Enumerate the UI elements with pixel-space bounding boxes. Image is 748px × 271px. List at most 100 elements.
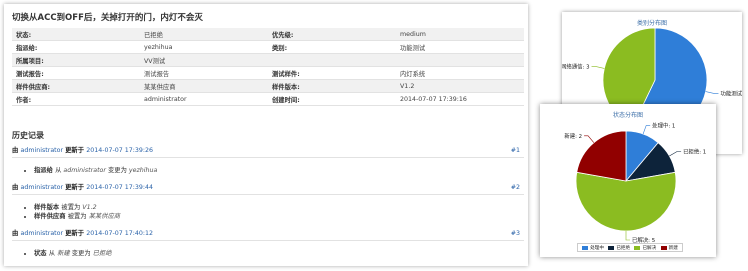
change-new-value: V1.2 [82, 204, 97, 211]
field-label: 样件供应商: [12, 79, 140, 93]
field-value: medium [396, 28, 524, 41]
field-value: 测试报告 [140, 66, 268, 80]
history-entry-header: 由 administrator 更新于 2014-07-07 17:40:12 #… [12, 228, 524, 241]
field-label: 测试样件: [268, 66, 396, 80]
info-row: 作者: administrator 创建时间: 2014-07-07 17:39:16 [12, 92, 524, 106]
field-value: V1.2 [396, 79, 524, 93]
legend-swatch [582, 245, 589, 250]
history-change-list: 样件版本 被置为 V1.2样件供应商 被置为 某某供应商 [12, 203, 524, 221]
status-pie-chart: 状态分布图 处理中: 1 已拒绝: 1 已解决: 5 新建: 2 处理中 已拒绝 已解决新… [540, 104, 716, 257]
pie-data-label: 处理中: 1 [652, 122, 675, 130]
history-anchor-link[interactable]: #3 [511, 228, 520, 240]
change-field: 指派给 [34, 167, 56, 174]
history-user-link[interactable]: administrator [21, 147, 66, 154]
field-value: administrator [140, 92, 268, 106]
change-field: 状态 [34, 250, 49, 257]
legend-swatch [660, 245, 667, 250]
change-new-value: 已拒绝 [92, 250, 112, 257]
bug-title: 切换从ACC到OFF后，关掉打开的门，内灯不会灭 [12, 13, 203, 23]
field-label: 作者: [12, 92, 140, 106]
change-old-value: 新建 [57, 250, 72, 257]
history-entry-header: 由 administrator 更新于 2014-07-07 17:39:26 #… [12, 145, 524, 158]
legend-swatch [634, 245, 641, 250]
field-label: 状态: [12, 28, 140, 41]
history-change-item: 状态 从 新建 变更为 已拒绝 [34, 249, 524, 258]
change-to-label: 变更为 [108, 167, 129, 174]
info-row: 样件供应商: 某某供应商 样件版本: V1.2 [12, 79, 524, 93]
history-updated-label: 更新于 [65, 230, 87, 237]
field-label: 优先级: [268, 28, 396, 41]
pie-connector [584, 135, 595, 143]
field-label: 指派给: [12, 40, 140, 54]
change-from-label: 从 [48, 250, 58, 257]
history-updated-label: 更新于 [65, 184, 87, 191]
history-entry: 由 administrator 更新于 2014-07-07 17:39:26 #… [12, 145, 524, 175]
info-row: 状态: 已拒绝 优先级: medium [12, 28, 524, 41]
pie-data-label: 网络通信: 3 [562, 62, 590, 70]
history-user-link[interactable]: administrator [21, 230, 66, 237]
history-title: 历史记录 [12, 131, 44, 140]
legend-label: 新建 [668, 245, 678, 251]
field-label: 类别: [268, 40, 396, 54]
legend-item[interactable]: 已拒绝 [608, 245, 630, 251]
status-pie-svg: 处理中: 1已拒绝: 1已解决: 5新建: 2 [564, 122, 706, 244]
history-user-link[interactable]: administrator [21, 184, 66, 191]
legend-item[interactable]: 已解决 [634, 245, 656, 251]
field-value [396, 53, 524, 67]
bug-detail-panel: 切换从ACC到OFF后，关掉打开的门，内灯不会灭 状态: 已拒绝 优先级: mediu… [4, 4, 528, 266]
legend-item[interactable]: 处理中 [582, 245, 604, 251]
field-label [268, 53, 396, 67]
history-updated-label: 更新于 [65, 147, 87, 154]
history-time-link[interactable]: 2014-07-07 17:39:26 [86, 147, 153, 154]
field-label: 测试报告: [12, 66, 140, 80]
history-entry-header: 由 administrator 更新于 2014-07-07 17:39:44 #… [12, 182, 524, 195]
pie-connector [669, 151, 682, 157]
field-label: 样件版本: [268, 79, 396, 93]
history-change-item: 样件版本 被置为 V1.2 [34, 203, 524, 212]
pie-connector [705, 91, 719, 94]
info-row: 所属项目: VV测试 [12, 53, 524, 67]
history-entry: 由 administrator 更新于 2014-07-07 17:39:44 #… [12, 182, 524, 221]
field-label: 所属项目: [12, 53, 140, 67]
legend-label: 已拒绝 [616, 245, 631, 251]
change-field: 样件版本 [34, 204, 62, 211]
legend-item[interactable]: 新建 [660, 245, 678, 251]
history-change-item: 样件供应商 被置为 某某供应商 [34, 212, 524, 221]
field-value: 已拒绝 [140, 28, 268, 41]
history-anchor-link[interactable]: #2 [511, 182, 520, 194]
change-old-value: administrator [63, 167, 108, 174]
history-entry: 由 administrator 更新于 2014-07-07 17:40:12 #… [12, 228, 524, 258]
chart-legend: 处理中 已拒绝 已解决 新建 [577, 243, 683, 252]
field-value: VV测试 [140, 53, 268, 67]
pie-data-label: 新建: 2 [564, 132, 582, 140]
change-new-value: yezhihua [128, 167, 158, 174]
change-field: 样件供应商 [34, 213, 68, 220]
field-label: 创建时间: [268, 92, 396, 106]
history-by-label: 由 [12, 147, 21, 154]
field-value: 功能测试 [396, 40, 524, 54]
history-anchor-link[interactable]: #1 [511, 145, 520, 157]
history-by-label: 由 [12, 230, 21, 237]
change-to-label: 被置为 [67, 213, 89, 220]
pie-connector [591, 66, 605, 69]
change-new-value: 某某供应商 [88, 213, 121, 220]
history-change-list: 指派给 从 administrator 变更为 yezhihua [12, 166, 524, 175]
legend-label: 已解决 [642, 245, 657, 251]
history-time-link[interactable]: 2014-07-07 17:39:44 [86, 184, 153, 191]
change-to-label: 变更为 [71, 250, 93, 257]
history-time-link[interactable]: 2014-07-07 17:40:12 [86, 230, 153, 237]
pie-slice-新建[interactable] [576, 130, 627, 182]
pie-data-label: 功能测试: 4 [720, 90, 742, 98]
info-row: 指派给: yezhihua 类别: 功能测试 [12, 40, 524, 54]
history-by-label: 由 [12, 184, 21, 191]
pie-connector [642, 125, 651, 135]
field-value: 某某供应商 [140, 79, 268, 93]
field-value: yezhihua [140, 40, 268, 54]
legend-label: 处理中 [590, 245, 604, 251]
field-value: 2014-07-07 17:39:16 [396, 92, 524, 106]
legend-swatch [608, 245, 615, 250]
info-row: 测试报告: 测试报告 测试样件: 内灯系统 [12, 66, 524, 80]
pie-data-label: 已拒绝: 1 [683, 148, 706, 156]
pie-connector [625, 231, 630, 241]
change-to-label: 被置为 [61, 204, 83, 211]
